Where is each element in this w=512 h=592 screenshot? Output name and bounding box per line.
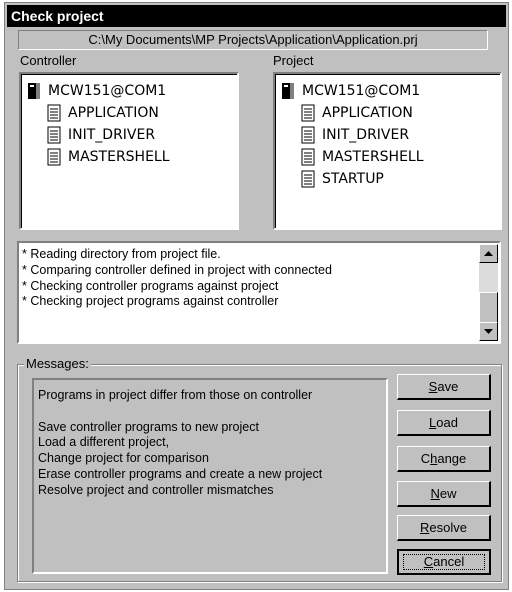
message-line: Load a different project, [38, 435, 170, 450]
resolve-button[interactable]: Resolve [397, 515, 491, 541]
tree-item-label: INIT_DRIVER [68, 127, 156, 143]
arrow-down-icon [484, 328, 493, 334]
new-button[interactable]: New [397, 481, 491, 507]
message-line: Resolve project and controller mismatche… [38, 482, 274, 497]
controller-label: Controller [20, 53, 77, 68]
tree-item[interactable]: INIT_DRIVER [47, 125, 155, 145]
tree-root[interactable]: MCW151@COM1 [281, 81, 420, 101]
tree-root-label: MCW151@COM1 [302, 83, 421, 99]
save-button[interactable]: Save [397, 374, 491, 400]
message-line: Save controller programs to new project [38, 419, 259, 434]
device-icon [282, 83, 294, 99]
tree-item-label: MASTERSHELL [322, 149, 424, 165]
scroll-down-button[interactable] [479, 322, 498, 341]
tree-item-label: STARTUP [322, 171, 384, 187]
log-line: * Reading directory from project file. [22, 247, 221, 261]
messages-label: Messages: [24, 356, 91, 371]
log-line: * Comparing controller defined in projec… [22, 262, 332, 277]
project-tree[interactable]: MCW151@COM1 APPLICATION INIT_DRIVER MAST… [273, 72, 502, 230]
window-title: Check project [7, 5, 506, 27]
document-icon [301, 104, 315, 122]
tree-item[interactable]: MASTERSHELL [47, 147, 170, 167]
scroll-thumb[interactable] [479, 292, 498, 326]
log-line: * Checking controller programs against p… [22, 278, 279, 293]
focus-rect [403, 554, 485, 570]
change-button[interactable]: Change [397, 446, 491, 472]
document-icon [301, 148, 315, 166]
cancel-button[interactable]: Cancel [397, 549, 491, 575]
project-label: Project [273, 53, 314, 68]
project-path: C:\My Documents\MP Projects\Application\… [18, 30, 488, 50]
document-icon [47, 104, 61, 122]
message-line [38, 404, 322, 420]
messages-text: Programs in project differ from those on… [38, 388, 322, 499]
log-lines: * Reading directory from project file. *… [22, 247, 332, 310]
tree-item-label: APPLICATION [322, 105, 413, 121]
document-icon [301, 126, 315, 144]
tree-item[interactable]: APPLICATION [47, 103, 159, 123]
tree-root[interactable]: MCW151@COM1 [27, 81, 166, 101]
log-line: * Checking project programs against cont… [22, 294, 279, 309]
tree-item[interactable]: STARTUP [301, 169, 384, 189]
message-line: Programs in project differ from those on… [38, 388, 313, 402]
tree-item[interactable]: MASTERSHELL [301, 147, 424, 167]
tree-item-label: APPLICATION [68, 105, 159, 121]
tree-item-label: MASTERSHELL [68, 149, 170, 165]
message-line: Change project for comparison [38, 451, 209, 466]
load-button[interactable]: Load [397, 410, 491, 436]
document-icon [47, 126, 61, 144]
tree-item-label: INIT_DRIVER [322, 127, 410, 143]
device-icon [28, 83, 40, 99]
scroll-up-button[interactable] [479, 244, 498, 263]
log-scrollbar[interactable] [479, 244, 498, 341]
messages-box: Programs in project differ from those on… [32, 378, 388, 574]
tree-root-label: MCW151@COM1 [48, 83, 167, 99]
progress-log[interactable]: * Reading directory from project file. *… [17, 241, 501, 344]
tree-item[interactable]: APPLICATION [301, 103, 413, 123]
document-icon [301, 170, 315, 188]
message-line: Erase controller programs and create a n… [38, 466, 323, 481]
tree-item[interactable]: INIT_DRIVER [301, 125, 409, 145]
controller-tree[interactable]: MCW151@COM1 APPLICATION INIT_DRIVER MAST… [19, 72, 239, 230]
document-icon [47, 148, 61, 166]
arrow-up-icon [484, 250, 493, 256]
